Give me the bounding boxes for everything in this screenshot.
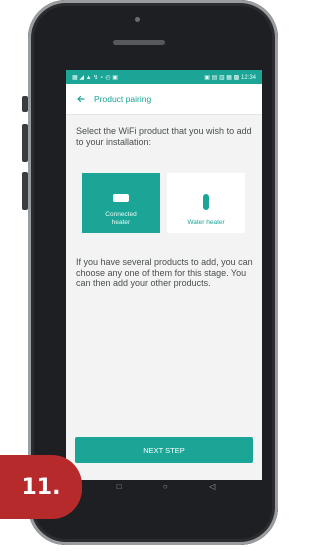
- arrow-left-icon[interactable]: [74, 92, 88, 106]
- volume-up-button: [22, 124, 28, 162]
- back-icon[interactable]: ◁: [209, 482, 215, 491]
- app-screen: ▦ ◢ ▲ ↯ ⋆ ◴ ▣ ▣ ▤ ▥ ▦ ▩ 12:34 Product pa…: [66, 70, 262, 480]
- product-label-connected-heater: Connected heater: [105, 211, 137, 226]
- status-bar: ▦ ◢ ▲ ↯ ⋆ ◴ ▣ ▣ ▤ ▥ ▦ ▩ 12:34: [66, 70, 262, 84]
- product-card-water-heater[interactable]: Water heater: [167, 173, 245, 233]
- home-icon[interactable]: ○: [163, 482, 168, 491]
- page-title: Product pairing: [94, 94, 152, 104]
- step-number-badge: 11.: [0, 455, 82, 519]
- next-step-button[interactable]: NEXT STEP: [75, 437, 253, 463]
- system-nav-bar: □ ○ ◁: [96, 480, 236, 492]
- status-left-icons: ▦ ◢ ▲ ↯ ⋆ ◴ ▣: [72, 74, 118, 81]
- recent-apps-icon[interactable]: □: [117, 482, 122, 491]
- intro-text: Select the WiFi product that you wish to…: [76, 126, 252, 147]
- heater-icon: [113, 194, 129, 202]
- arrow-left-icon-glyph: [77, 95, 85, 103]
- volume-down-button: [22, 172, 28, 210]
- water-heater-icon: [203, 194, 209, 210]
- status-right-icons: ▣ ▤ ▥ ▦ ▩ 12:34: [204, 74, 256, 81]
- product-label-water-heater: Water heater: [187, 219, 225, 226]
- app-bar: Product pairing: [66, 84, 262, 115]
- description-text: If you have several products to add, you…: [76, 257, 253, 288]
- product-card-connected-heater[interactable]: Connected heater: [82, 173, 160, 233]
- front-camera: [135, 17, 140, 22]
- earpiece-speaker: [113, 40, 165, 45]
- mute-switch: [22, 96, 28, 112]
